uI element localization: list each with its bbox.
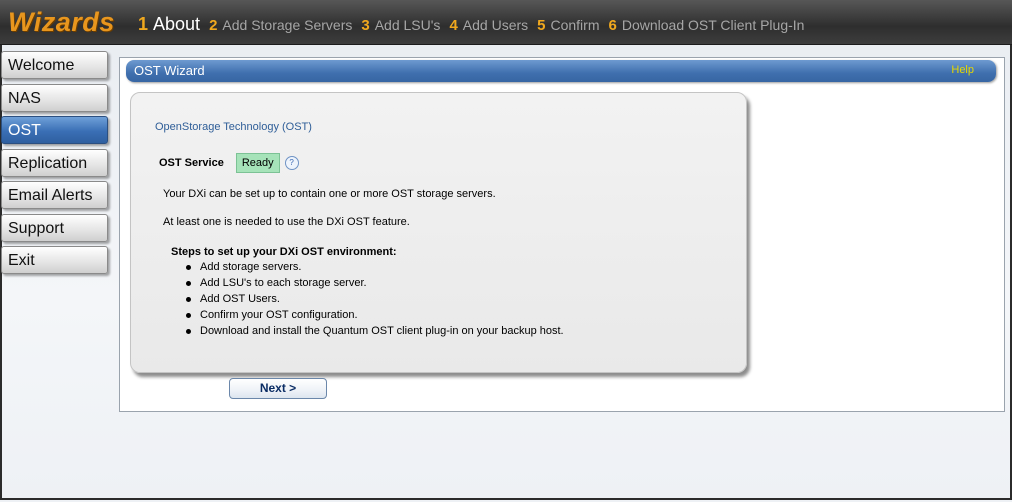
next-button[interactable]: Next > [229,378,327,399]
panel-title: OST Wizard [134,63,205,78]
step-label: Confirm [550,17,600,33]
card-heading: OpenStorage Technology (OST) [155,121,312,133]
step-number: 1 [138,14,149,34]
nav-welcome-button[interactable]: Welcome [1,51,108,79]
step-label: About [153,14,201,34]
status-badge: Ready [235,153,280,173]
step-number: 6 [608,17,617,34]
service-label: OST Service [159,157,224,169]
sidebar-nav: Welcome NAS OST Replication Email Alerts… [1,51,112,279]
help-question-icon[interactable]: ? [284,156,299,170]
nav-exit-button[interactable]: Exit [1,246,108,274]
list-item: Add LSU's to each storage server. [186,275,564,291]
info-card: OpenStorage Technology (OST) OST Service… [130,92,747,373]
list-item: Confirm your OST configuration. [186,307,564,323]
nav-nas-button[interactable]: NAS [1,83,108,112]
step-number: 4 [449,17,458,34]
panel-header: OST Wizard Help [126,60,996,82]
step-number: 5 [537,17,546,34]
nav-email-alerts-button[interactable]: Email Alerts [1,181,108,209]
nav-support-button[interactable]: Support [1,213,108,242]
intro-text: Your DXi can be set up to contain one or… [163,188,496,200]
step-about[interactable]: 1 About [138,14,200,35]
list-item: Add storage servers. [186,259,564,275]
list-item: Add OST Users. [186,291,564,307]
requirement-text: At least one is needed to use the DXi OS… [163,216,410,228]
help-link[interactable]: Help [951,64,974,76]
step-add-storage-servers[interactable]: 2 Add Storage Servers [209,17,352,34]
wizard-header: Wizards 1 About 2 Add Storage Servers 3 … [0,0,1012,45]
main-panel: OST Wizard Help OpenStorage Technology (… [119,57,1005,412]
app-title: Wizards [8,7,115,37]
step-confirm[interactable]: 5 Confirm [537,17,599,34]
step-download-plugin[interactable]: 6 Download OST Client Plug-In [609,17,805,34]
step-label: Add Users [462,17,529,33]
wizard-steps: 1 About 2 Add Storage Servers 3 Add LSU'… [138,14,813,35]
step-label: Download OST Client Plug-In [621,17,805,33]
step-label: Add Storage Servers [222,17,353,33]
step-number: 3 [361,17,370,34]
list-item: Download and install the Quantum OST cli… [186,323,564,339]
steps-heading: Steps to set up your DXi OST environment… [171,246,397,258]
step-label: Add LSU's [374,17,441,33]
nav-replication-button[interactable]: Replication [1,148,108,177]
step-add-users[interactable]: 4 Add Users [449,17,528,34]
setup-steps-list: Add storage servers. Add LSU's to each s… [186,259,564,339]
step-number: 2 [209,17,218,34]
step-add-lsus[interactable]: 3 Add LSU's [361,17,440,34]
nav-ost-button[interactable]: OST [1,116,108,144]
service-status-row: OST Service Ready ? [159,153,299,173]
